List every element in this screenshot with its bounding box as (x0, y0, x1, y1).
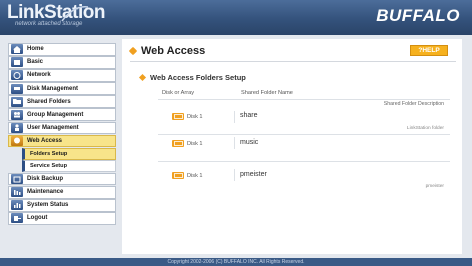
column-divider (234, 169, 235, 181)
sidebar-item-logout[interactable]: Logout (8, 212, 116, 225)
status-icon (11, 200, 23, 211)
column-divider (234, 137, 235, 149)
sidebar-nav: Home Basic Network Disk Management Share… (8, 43, 116, 225)
column-divider (234, 111, 235, 123)
disk-icon (172, 172, 184, 179)
sidebar-subitem-folders-setup[interactable]: Folders Setup (22, 147, 116, 160)
logout-icon (11, 213, 23, 224)
sidebar-item-label: Maintenance (27, 189, 64, 196)
buffalo-brand-logo: BUFFALO (376, 6, 460, 25)
sidebar-item-label: Home (27, 46, 44, 53)
main-panel: Web Access ?HELP Web Access Folders Setu… (122, 39, 462, 254)
sidebar-subitem-label: Service Setup (30, 163, 67, 170)
sidebar-item-label: Disk Backup (27, 176, 64, 183)
sidebar-item-maintenance[interactable]: Maintenance (8, 186, 116, 199)
page-title-text: Web Access (141, 45, 206, 57)
sidebar-item-label: Disk Management (27, 85, 79, 92)
row-divider (158, 161, 450, 162)
backup-icon (11, 174, 23, 185)
sidebar-item-disk-backup[interactable]: Disk Backup (8, 172, 116, 186)
section-title: Web Access Folders Setup (138, 73, 246, 82)
group-icon (11, 109, 23, 120)
sidebar-item-label: System Status (27, 202, 69, 209)
logo-title: LinkStation (7, 2, 105, 23)
disk-cell: Disk 1 (172, 113, 203, 120)
sidebar-item-system-status[interactable]: System Status (8, 199, 116, 212)
folder-icon (11, 96, 23, 107)
sidebar-subitem-label: Folders Setup (30, 150, 68, 157)
disk-icon (172, 140, 184, 147)
disk-cell: Disk 1 (172, 140, 203, 147)
sidebar-item-group-management[interactable]: Group Management (8, 108, 116, 121)
basic-icon (11, 57, 23, 68)
help-button[interactable]: ?HELP (410, 45, 448, 56)
section-bullet-icon (138, 73, 147, 82)
sidebar-item-disk-management[interactable]: Disk Management (8, 82, 116, 95)
maintenance-icon (11, 187, 23, 198)
shared-folder-name[interactable]: music (240, 139, 258, 146)
home-icon (11, 44, 23, 55)
sidebar-item-label: Web Access (27, 137, 63, 144)
footer-bar: Copyright 2002-2006 (C) BUFFALO INC. All… (0, 258, 472, 266)
sidebar-item-label: Basic (27, 59, 44, 66)
sidebar-item-label: Group Management (27, 111, 84, 118)
page-title: Web Access (128, 45, 206, 57)
web-access-icon (11, 135, 23, 146)
sidebar-item-user-management[interactable]: User Management (8, 121, 116, 135)
disk-icon (11, 83, 23, 94)
disk-label: Disk 1 (187, 113, 203, 120)
sidebar-item-shared-folders[interactable]: Shared Folders (8, 95, 116, 108)
row-divider (158, 99, 450, 100)
column-header-disk: Disk or Array (162, 90, 195, 96)
sidebar-item-label: Logout (27, 215, 48, 222)
disk-label: Disk 1 (187, 172, 203, 179)
row-divider (158, 134, 450, 135)
sidebar-subitem-service-setup[interactable]: Service Setup (22, 160, 116, 173)
user-icon (11, 122, 23, 133)
header-bar: LinkStation network attached storage BUF… (0, 0, 472, 35)
sidebar-item-label: User Management (27, 124, 79, 131)
disk-icon (172, 113, 184, 120)
column-header-description: Shared Folder Description (383, 101, 444, 107)
sidebar-item-label: Network (27, 72, 51, 79)
column-header-name: Shared Folder Name (241, 90, 293, 96)
logo-swoosh-icon (61, 6, 89, 22)
shared-folder-description: pmeister (425, 184, 444, 189)
shared-folder-description: LinkStation folder (406, 126, 444, 131)
linkstation-logo: LinkStation network attached storage (7, 2, 105, 27)
section-title-text: Web Access Folders Setup (150, 73, 246, 82)
copyright-text: Copyright 2002-2006 (C) BUFFALO INC. All… (167, 259, 305, 265)
sidebar-item-web-access[interactable]: Web Access (8, 134, 116, 148)
shared-folder-name[interactable]: pmeister (240, 171, 267, 178)
title-divider (130, 61, 456, 62)
disk-cell: Disk 1 (172, 172, 203, 179)
title-bullet-icon (128, 46, 138, 56)
network-icon (11, 70, 23, 81)
shared-folder-name[interactable]: share (240, 112, 258, 119)
disk-label: Disk 1 (187, 140, 203, 147)
sidebar-item-network[interactable]: Network (8, 69, 116, 82)
sidebar-item-label: Shared Folders (27, 98, 71, 105)
sidebar-item-basic[interactable]: Basic (8, 56, 116, 69)
sidebar-item-home[interactable]: Home (8, 43, 116, 56)
